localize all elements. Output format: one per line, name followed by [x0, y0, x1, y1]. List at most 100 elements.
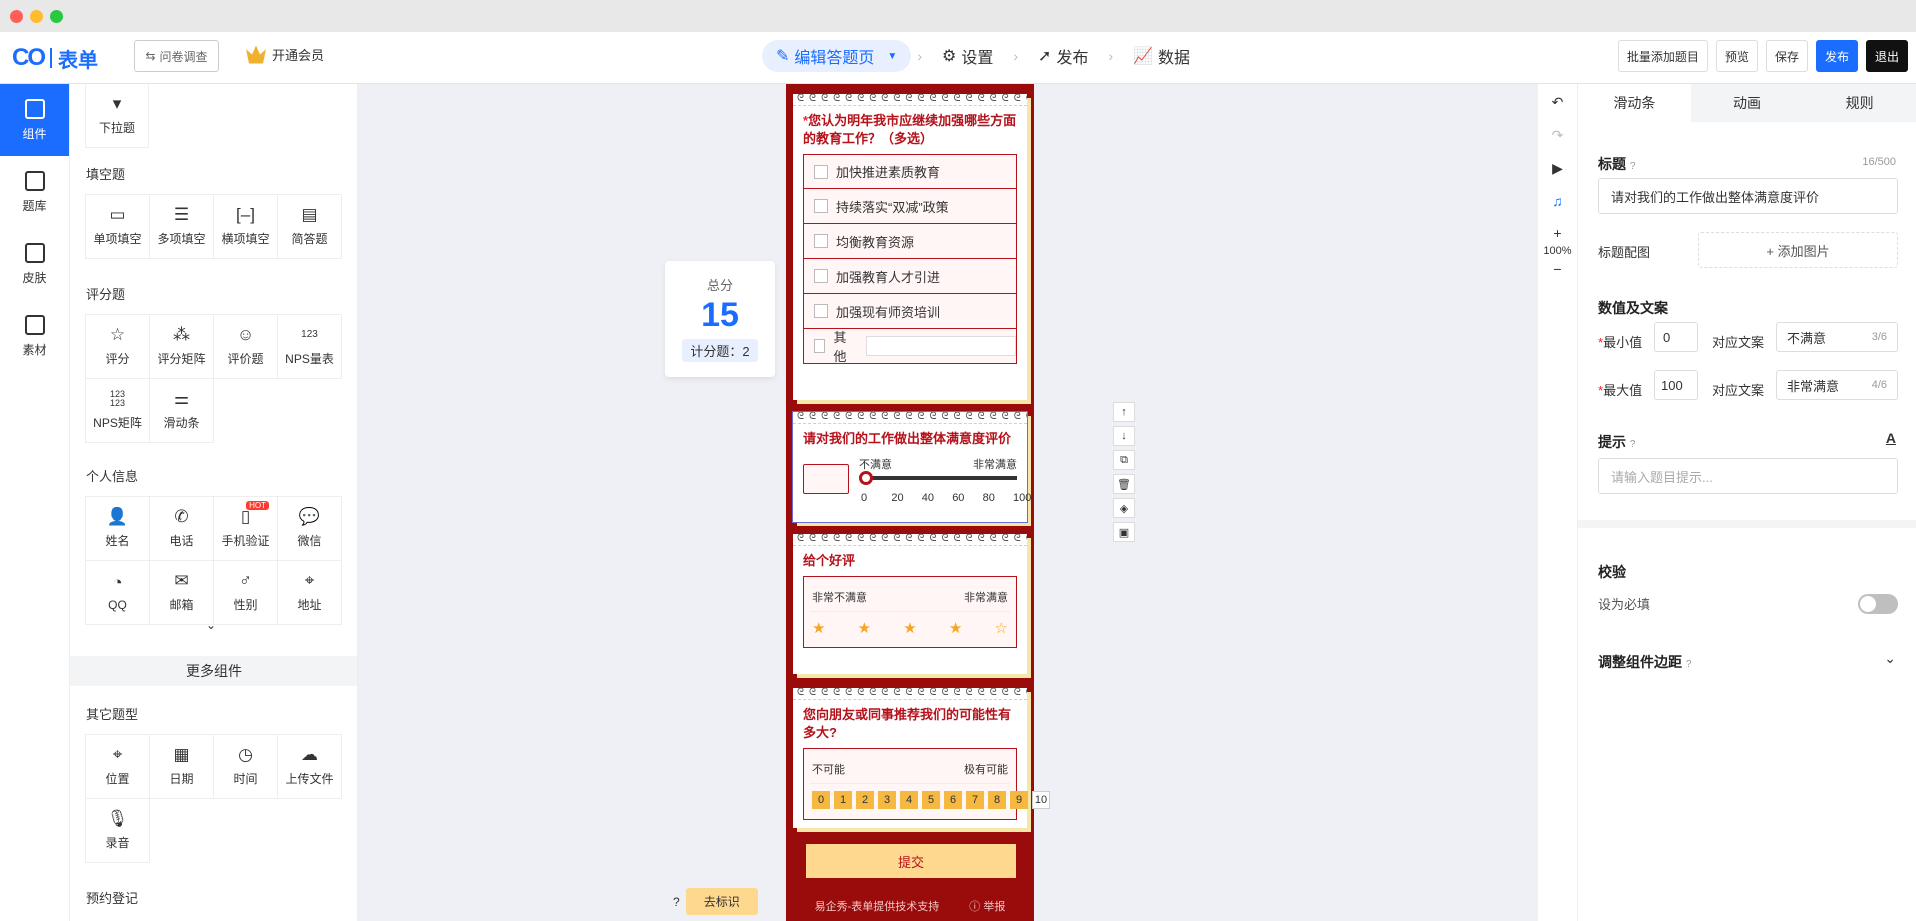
option-1[interactable]: 加快推进素质教育	[803, 154, 1017, 189]
step-data[interactable]: 📈 数据	[1119, 40, 1204, 72]
layers-icon[interactable]: ◈	[1113, 498, 1135, 518]
minimize-window-button[interactable]	[30, 10, 43, 23]
min-value-input[interactable]: 0	[1654, 322, 1698, 352]
component-record[interactable]: 🎙 录音	[86, 799, 150, 863]
component-single-fill[interactable]: ▭ 单项填空	[86, 195, 150, 259]
tab-rules[interactable]: 规则	[1803, 84, 1916, 122]
submit-button[interactable]: 提交	[806, 844, 1016, 878]
expand-chevron-icon[interactable]: ⌄	[206, 618, 216, 632]
component-time[interactable]: ◷ 时间	[214, 735, 278, 799]
batch-add-button[interactable]: 批量添加题目	[1617, 40, 1708, 72]
component-dropdown[interactable]: ▾ 下拉题	[85, 84, 149, 148]
component-short-answer[interactable]: ▤ 简答题	[278, 195, 342, 259]
save-icon[interactable]: ▣	[1113, 522, 1135, 542]
checkbox[interactable]	[814, 234, 828, 248]
remove-mark[interactable]: ? 去标识	[673, 888, 758, 915]
checkbox[interactable]	[814, 304, 828, 318]
nps-option[interactable]: 10	[1032, 791, 1050, 809]
other-text-input[interactable]	[865, 336, 1016, 356]
add-image-button[interactable]: + 添加图片	[1698, 232, 1898, 268]
chevron-down-icon[interactable]: ⌄	[1884, 650, 1896, 667]
option-5[interactable]: 加强现有师资培训	[803, 294, 1017, 329]
checkbox[interactable]	[814, 164, 828, 179]
star-filled-icon[interactable]: ★	[903, 619, 916, 637]
component-date[interactable]: ▦ 日期	[150, 735, 214, 799]
component-location[interactable]: ⌖ 位置	[86, 735, 150, 799]
component-review[interactable]: ☺ 评价题	[214, 315, 278, 379]
component-qq[interactable]: ◔ QQ	[86, 561, 150, 625]
question-card-nps[interactable]: ᘓᘓᘓᘓᘓᘓᘓᘓᘓᘓᘓᘓᘓᘓᘓᘓᘓᘓᘓᘓᘓᘓᘓᘓ 您向朋友或同事推荐我们的可能性…	[793, 688, 1050, 828]
undo-icon[interactable]: ↶	[1552, 94, 1564, 111]
play-icon[interactable]: ▶	[1552, 160, 1563, 177]
slider-handle[interactable]	[859, 471, 873, 485]
app-logo[interactable]: CO 表单	[12, 43, 98, 73]
nps-option[interactable]: 5	[922, 791, 940, 809]
component-wechat[interactable]: 💬 微信	[278, 497, 342, 561]
component-phone[interactable]: ✆ 电话	[150, 497, 214, 561]
copy-icon[interactable]: ⧉	[1113, 450, 1135, 470]
slider-value-box[interactable]	[803, 464, 849, 494]
nps-option[interactable]: 3	[878, 791, 896, 809]
report-link[interactable]: ⓘ 举报	[969, 898, 1005, 914]
max-text-input[interactable]: 非常满意 4/6	[1776, 370, 1898, 400]
component-gender[interactable]: ♂ 性别	[214, 561, 278, 625]
padding-label[interactable]: 调整组件边距 ?	[1598, 652, 1691, 672]
nps-option[interactable]: 2	[856, 791, 874, 809]
move-up-icon[interactable]: ↑	[1113, 402, 1135, 422]
tab-animation[interactable]: 动画	[1691, 84, 1804, 122]
star-filled-icon[interactable]: ★	[858, 619, 871, 637]
component-slider[interactable]: ⚌ 滑动条	[150, 379, 214, 443]
question-card-multi-choice[interactable]: ᘓᘓᘓᘓᘓᘓᘓᘓᘓᘓᘓᘓᘓᘓᘓᘓᘓᘓᘓᘓᘓᘓᘓᘓ *您认为明年我市应继续加强哪些…	[793, 94, 1027, 400]
checkbox[interactable]	[814, 339, 826, 353]
component-email[interactable]: ✉ 邮箱	[150, 561, 214, 625]
star-filled-icon[interactable]: ★	[812, 619, 825, 637]
tab-slider[interactable]: 滑动条	[1578, 84, 1691, 122]
star-filled-icon[interactable]: ★	[949, 619, 962, 637]
nav-question-bank[interactable]: 题库	[0, 156, 69, 228]
option-3[interactable]: 均衡教育资源	[803, 224, 1017, 259]
exit-button[interactable]: 退出	[1865, 40, 1908, 72]
music-icon[interactable]: ♫	[1552, 193, 1563, 209]
nav-assets[interactable]: 素材	[0, 300, 69, 372]
redo-icon[interactable]: ↷	[1552, 127, 1564, 144]
checkbox[interactable]	[814, 269, 828, 283]
nps-option[interactable]: 7	[966, 791, 984, 809]
min-text-input[interactable]: 不满意 3/6	[1776, 322, 1898, 352]
zoom-out-icon[interactable]: −	[1553, 261, 1561, 277]
nps-option[interactable]: 8	[988, 791, 1006, 809]
component-name[interactable]: 👤 姓名	[86, 497, 150, 561]
nav-components[interactable]: 组件	[0, 84, 69, 156]
nps-option[interactable]: 9	[1010, 791, 1028, 809]
nps-option[interactable]: 4	[900, 791, 918, 809]
component-address[interactable]: ⌖ 地址	[278, 561, 342, 625]
option-4[interactable]: 加强教育人才引进	[803, 259, 1017, 294]
title-input[interactable]: 请对我们的工作做出整体满意度评价	[1598, 178, 1898, 214]
option-2[interactable]: 持续落实“双减”政策	[803, 189, 1017, 224]
delete-icon[interactable]: 🗑	[1113, 474, 1135, 494]
option-other[interactable]: 其他	[803, 329, 1017, 364]
zoom-in-icon[interactable]: +	[1553, 225, 1561, 241]
text-style-icon[interactable]: A	[1886, 430, 1896, 446]
step-settings[interactable]: ⚙ 设置	[928, 40, 1007, 72]
hint-input[interactable]: 请输入题目提示...	[1598, 458, 1898, 494]
component-inline-fill[interactable]: [–] 横项填空	[214, 195, 278, 259]
step-publish[interactable]: ➚ 发布	[1024, 40, 1102, 72]
component-rating[interactable]: ☆ 评分	[86, 315, 150, 379]
component-nps-matrix[interactable]: 123 123 NPS矩阵	[86, 379, 150, 443]
component-upload[interactable]: ☁ 上传文件	[278, 735, 342, 799]
survey-type-button[interactable]: ⇆ 问卷调查	[134, 40, 219, 72]
checkbox[interactable]	[814, 199, 828, 213]
star-row[interactable]: ★ ★ ★ ★ ☆	[812, 619, 1008, 637]
more-components-bar[interactable]: 更多组件	[70, 656, 357, 686]
step-edit[interactable]: ✎ 编辑答题页 ▼	[762, 40, 912, 72]
vip-link[interactable]: 开通会员	[246, 45, 324, 64]
nav-skin[interactable]: 皮肤	[0, 228, 69, 300]
nps-option[interactable]: 6	[944, 791, 962, 809]
close-window-button[interactable]	[10, 10, 23, 23]
required-toggle[interactable]	[1858, 594, 1898, 614]
publish-button[interactable]: 发布	[1815, 40, 1858, 72]
component-rating-matrix[interactable]: ⁂ 评分矩阵	[150, 315, 214, 379]
maximize-window-button[interactable]	[50, 10, 63, 23]
question-card-rating[interactable]: ᘓᘓᘓᘓᘓᘓᘓᘓᘓᘓᘓᘓᘓᘓᘓᘓᘓᘓᘓᘓᘓᘓᘓᘓ 给个好评 非常不满意 非常满意…	[793, 534, 1027, 674]
component-nps[interactable]: 123 NPS量表	[278, 315, 342, 379]
